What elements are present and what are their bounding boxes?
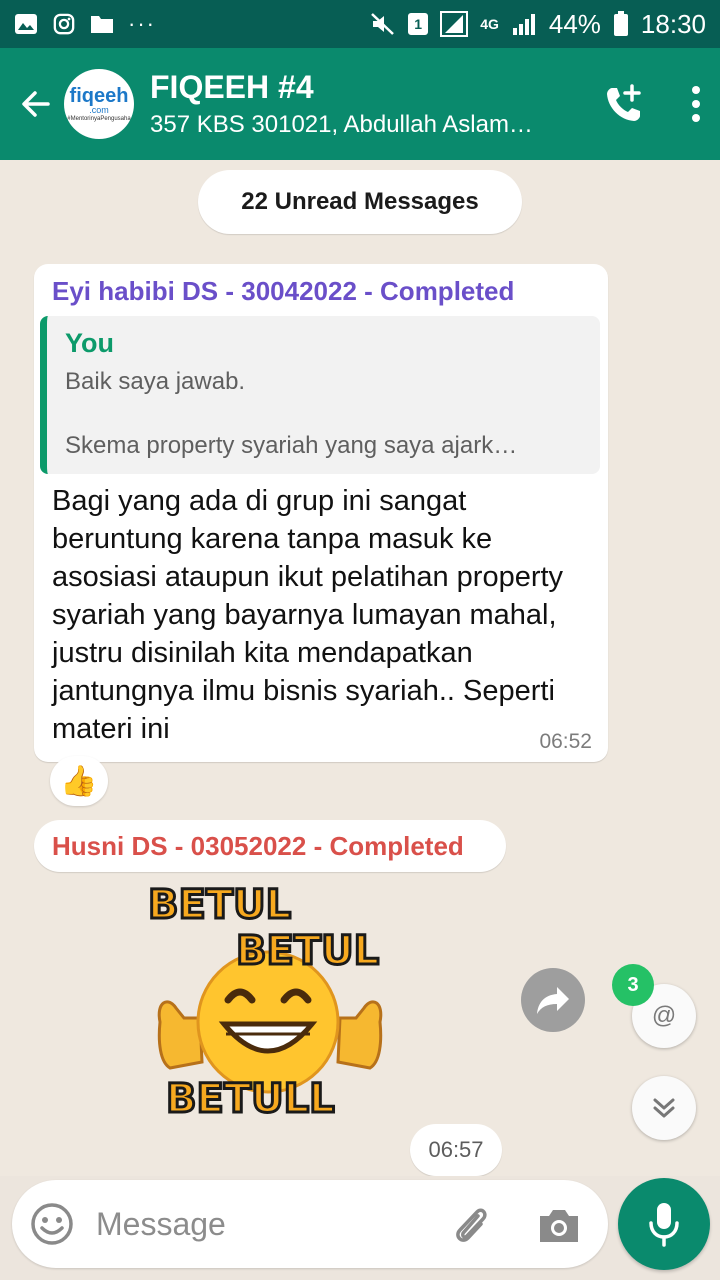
- avatar-tagline: #MentorinyaPengusaha: [67, 115, 131, 122]
- microphone-icon: [649, 1203, 679, 1247]
- message-sender: Husni DS - 03052022 - Completed: [52, 831, 464, 861]
- more-options-icon[interactable]: [690, 84, 702, 124]
- quoted-text-line: Baik saya jawab.: [65, 368, 246, 395]
- group-avatar[interactable]: fiqeeh .com #MentorinyaPengusaha: [64, 69, 134, 139]
- reaction-thumbs-up[interactable]: 👍: [50, 756, 108, 806]
- sticker-word: BETUL: [148, 882, 291, 928]
- message-sender[interactable]: Eyi habibi DS - 30042022 - Completed: [52, 276, 514, 307]
- emoji-icon[interactable]: [30, 1202, 74, 1246]
- add-call-icon[interactable]: [602, 82, 646, 126]
- network-type: 4G: [480, 16, 499, 32]
- voice-message-button[interactable]: [618, 1178, 710, 1270]
- sim-badge: 1: [408, 13, 429, 35]
- avatar-logo-suffix: .com: [89, 104, 109, 115]
- thumbs-up-left-icon: [157, 1000, 204, 1070]
- chat-area[interactable]: 22 Unread Messages Eyi habibi DS - 30042…: [0, 160, 720, 1176]
- message-composer: [12, 1180, 608, 1268]
- message-time: 06:52: [539, 730, 592, 753]
- clock: 18:30: [640, 8, 706, 39]
- mute-icon: [371, 13, 395, 35]
- battery-percent: 44%: [548, 8, 601, 39]
- battery-icon: [613, 11, 628, 36]
- chat-title-block[interactable]: FIQEEH #4 357 KBS 301021, Abdullah Aslam…: [150, 68, 602, 140]
- message-text: Bagi yang ada di grup ini sangat beruntu…: [52, 485, 564, 745]
- chat-header: fiqeeh .com #MentorinyaPengusaha FIQEEH …: [0, 48, 720, 160]
- camera-icon[interactable]: [536, 1202, 582, 1248]
- instagram-icon: [53, 13, 75, 35]
- signal-bars-icon: [512, 14, 535, 35]
- message-sender-pill[interactable]: Husni DS - 03052022 - Completed: [34, 820, 506, 872]
- double-chevron-down-icon: [653, 1098, 675, 1118]
- more-notifications-icon: ···: [128, 11, 156, 36]
- sticker-word: BETUL: [236, 928, 379, 974]
- forward-button[interactable]: [521, 968, 585, 1032]
- message-input[interactable]: [96, 1200, 426, 1248]
- back-button[interactable]: [8, 76, 64, 132]
- quoted-author: You: [65, 328, 114, 358]
- unread-banner: 22 Unread Messages: [198, 170, 522, 234]
- group-name: FIQEEH #4: [150, 69, 314, 105]
- quoted-text-line: Skema property syariah yang saya ajark…: [65, 432, 518, 459]
- mention-count-badge: 3: [612, 964, 654, 1006]
- arrow-left-icon: [22, 91, 50, 117]
- attachment-icon[interactable]: [448, 1202, 494, 1248]
- message-bubble[interactable]: Eyi habibi DS - 30042022 - Completed You…: [34, 264, 608, 762]
- group-participants: 357 KBS 301021, Abdullah Aslam…: [150, 111, 533, 138]
- scroll-to-bottom-button[interactable]: [632, 1076, 696, 1140]
- forward-icon: [537, 987, 569, 1014]
- gallery-icon: [15, 14, 37, 34]
- message-time: 06:57: [410, 1124, 502, 1176]
- thumbs-up-right-icon: [336, 1000, 383, 1070]
- sticker-betul[interactable]: BETUL BETUL BETULL: [140, 872, 400, 1122]
- sticker-word: BETULL: [166, 1076, 335, 1122]
- quoted-message[interactable]: You Baik saya jawab. Skema property syar…: [40, 316, 600, 474]
- status-bar: ··· 1 4G 44% 18:30: [0, 0, 720, 48]
- folder-icon: [91, 16, 113, 33]
- signal-icon: [440, 11, 469, 37]
- avatar-logo: fiqeeh: [69, 84, 129, 107]
